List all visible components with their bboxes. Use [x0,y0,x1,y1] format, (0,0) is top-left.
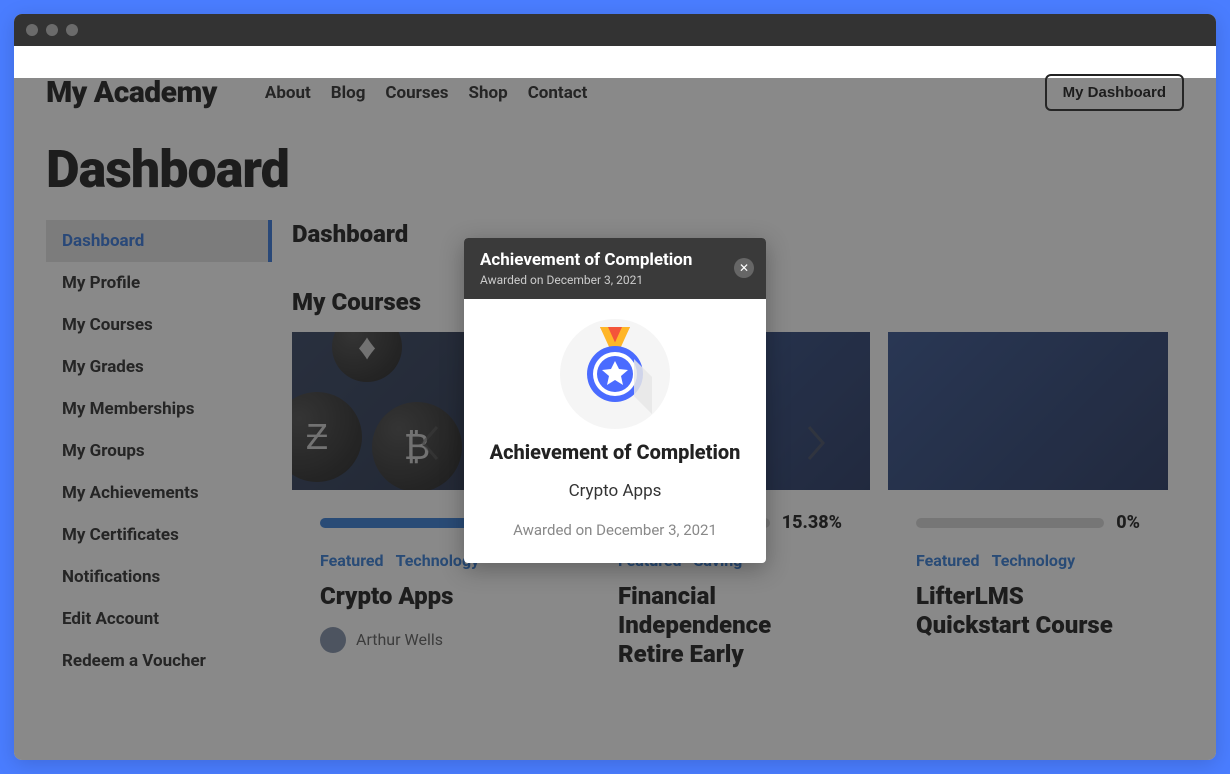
window-dot [66,24,78,36]
modal-awarded-text: Awarded on December 3, 2021 [484,521,746,539]
medal-icon [560,319,670,429]
achievement-modal: Achievement of Completion Awarded on Dec… [464,238,766,563]
modal-subtitle: Awarded on December 3, 2021 [480,273,750,287]
chevron-left-icon[interactable] [414,418,444,468]
window-dot [26,24,38,36]
modal-body-title: Achievement of Completion [484,439,746,465]
window-titlebar [14,14,1216,46]
modal-overlay[interactable]: Achievement of Completion Awarded on Dec… [14,78,1216,760]
modal-header: Achievement of Completion Awarded on Dec… [464,238,766,299]
modal-title: Achievement of Completion [480,250,750,270]
window-dot [46,24,58,36]
modal-course-name: Crypto Apps [484,481,746,501]
close-icon[interactable]: ✕ [734,258,754,278]
chevron-right-icon[interactable] [802,418,832,468]
